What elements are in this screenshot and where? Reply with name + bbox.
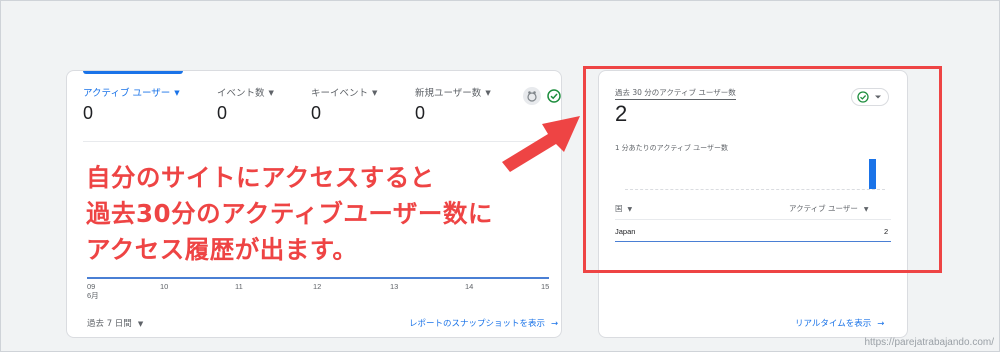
chart-line <box>87 277 549 279</box>
x-tick: 10 <box>160 282 169 291</box>
annotation-line: アクセス履歴が出ます。 <box>86 235 358 264</box>
metric-label: 新規ユーザー数 <box>415 88 482 99</box>
highlight-box <box>583 66 942 273</box>
metric-label: アクティブ ユーザー <box>83 88 171 99</box>
x-tick: 13 <box>390 282 399 291</box>
arrow-right-icon: → <box>877 319 885 329</box>
metric-value: 0 <box>415 103 426 123</box>
date-range-selector[interactable]: 過去 7 日間 ▼ <box>87 317 143 329</box>
realtime-link[interactable]: リアルタイムを表示 → <box>795 317 884 329</box>
chevron-down-icon: ▼ <box>372 89 378 97</box>
chevron-down-icon: ▼ <box>268 89 274 97</box>
annotation-text: 自分のサイトにアクセスすると 過去30分のアクティブユーザー数に アクセス履歴が… <box>86 160 493 268</box>
metric-value: 0 <box>311 103 322 123</box>
x-tick: 15 <box>541 282 550 291</box>
metric-event-count[interactable]: イベント数 ▼ 0 <box>217 85 274 124</box>
selected-metric-indicator <box>83 71 183 74</box>
x-tick: 12 <box>313 282 322 291</box>
metric-value: 0 <box>83 103 94 123</box>
annotation-line: 自分のサイトにアクセスすると <box>86 163 435 192</box>
x-tick: 11 <box>235 282 243 291</box>
watermark: https://parejatrabajando.com/ <box>864 337 994 348</box>
metric-new-users[interactable]: 新規ユーザー数 ▼ 0 <box>415 85 491 124</box>
metric-active-users[interactable]: アクティブ ユーザー ▼ 0 <box>83 85 180 124</box>
x-tick: 14 <box>465 282 474 291</box>
x-tick: 09 6月 <box>87 282 99 300</box>
chevron-down-icon: ▼ <box>485 89 491 97</box>
metric-label: イベント数 <box>217 88 265 99</box>
metric-value: 0 <box>217 103 228 123</box>
snapshot-link[interactable]: レポートのスナップショットを表示 → <box>409 317 558 329</box>
pointer-arrow-icon <box>502 116 580 172</box>
metric-label: キーイベント <box>311 88 369 99</box>
arrow-right-icon: → <box>551 319 559 329</box>
metric-key-events[interactable]: キーイベント ▼ 0 <box>311 85 377 124</box>
annotation-line: 過去30分のアクティブユーザー数に <box>86 199 493 228</box>
chevron-down-icon: ▼ <box>137 320 144 328</box>
chevron-down-icon: ▼ <box>174 89 180 97</box>
header-divider <box>83 141 547 142</box>
